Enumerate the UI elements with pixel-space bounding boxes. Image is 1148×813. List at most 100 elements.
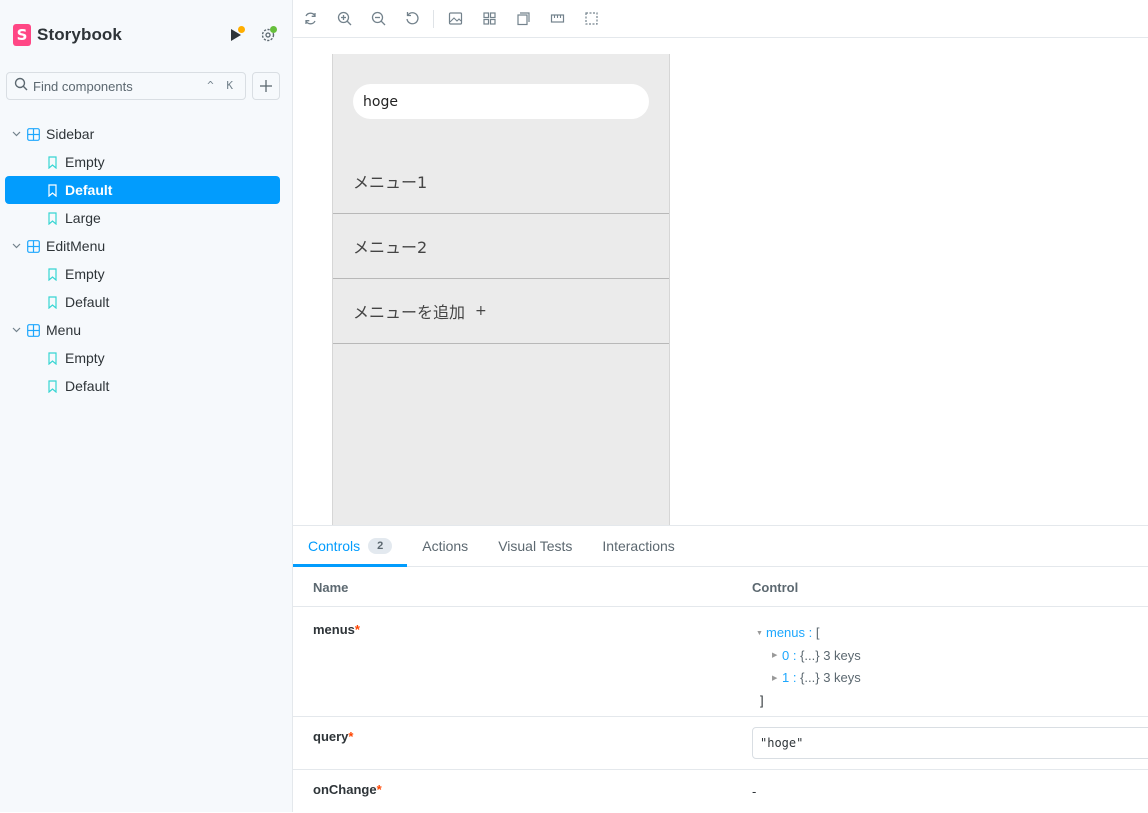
brand-name: Storybook: [37, 25, 122, 44]
tab-interactions[interactable]: Interactions: [587, 526, 689, 566]
story-search-box[interactable]: [353, 84, 649, 119]
arg-name-text: menus: [313, 622, 355, 637]
json-colon: :: [789, 670, 801, 686]
json-value: {...} 3 keys: [800, 647, 861, 663]
search-icon: [14, 77, 28, 96]
json-close-bracket: ]: [760, 692, 764, 708]
tree-story-label: Empty: [65, 350, 105, 366]
component-icon: [27, 239, 40, 253]
menu-item[interactable]: メニュー2: [333, 214, 669, 279]
json-root[interactable]: ▼ menus : [: [756, 622, 861, 645]
bookmark-icon: [48, 155, 57, 169]
viewport-button[interactable]: [506, 5, 540, 33]
required-marker: *: [376, 782, 382, 797]
object-control[interactable]: ▼ menus : [ ▶ 0 : {...} 3 keys ▶ 1 : {...} …: [756, 622, 861, 712]
query-control[interactable]: [752, 727, 1148, 759]
add-menu-button[interactable]: メニューを追加 +: [333, 279, 669, 344]
bookmark-icon: [48, 183, 57, 197]
chevron-down-icon: [12, 131, 22, 137]
bookmark-icon: [48, 351, 57, 365]
tab-count-badge: 2: [368, 538, 393, 554]
preview-canvas: メニュー1 メニュー2 メニューを追加 +: [293, 38, 1148, 525]
add-menu-label: メニューを追加: [353, 303, 466, 322]
storybook-logo[interactable]: S Storybook: [13, 23, 122, 47]
required-marker: *: [348, 729, 354, 744]
tree-story-editmenu-empty[interactable]: Empty: [5, 260, 280, 288]
tree-story-sidebar-default[interactable]: Default: [5, 176, 280, 204]
preview-toolbar: [293, 0, 1148, 38]
addon-panel: Controls 2 Actions Visual Tests Interact…: [293, 525, 1148, 812]
json-item[interactable]: ▶ 0 : {...} 3 keys: [756, 645, 861, 668]
arg-name: onChange*: [313, 782, 382, 797]
search-input[interactable]: [33, 78, 203, 94]
bookmark-icon: [48, 295, 57, 309]
menu-item-label: メニュー1: [353, 173, 428, 192]
storybook-logo-icon: S: [13, 24, 31, 46]
sidebar-component: メニュー1 メニュー2 メニューを追加 +: [332, 54, 670, 525]
plus-icon: +: [475, 303, 487, 319]
status-dot: [270, 26, 277, 33]
table-row: query*: [293, 717, 1148, 770]
tab-visual-tests[interactable]: Visual Tests: [483, 526, 587, 566]
component-icon: [27, 127, 40, 141]
component-icon: [27, 323, 40, 337]
measure-icon: [550, 14, 564, 23]
outline-button[interactable]: [574, 5, 608, 33]
arg-name-text: query: [313, 729, 349, 744]
remount-icon: [304, 12, 316, 25]
remount-button[interactable]: [293, 5, 327, 33]
arg-name: query*: [313, 729, 353, 744]
menu-item-label: メニュー2: [353, 238, 428, 257]
play-icon[interactable]: [226, 24, 246, 46]
zoom-in-icon: [337, 11, 351, 26]
background-icon: [448, 12, 462, 25]
toolbar-divider: [433, 9, 434, 28]
viewport-icon: [516, 12, 530, 26]
tab-controls[interactable]: Controls 2: [293, 526, 408, 567]
tree-story-sidebar-empty[interactable]: Empty: [5, 148, 280, 176]
zoom-in-button[interactable]: [327, 5, 361, 33]
status-dot: [238, 26, 245, 33]
zoom-reset-button[interactable]: [395, 5, 429, 33]
chevron-down-icon: [12, 327, 22, 333]
bookmark-icon: [48, 267, 57, 281]
column-header-name: Name: [313, 580, 349, 595]
tree-group-sidebar[interactable]: Sidebar: [5, 120, 280, 148]
story-search-input[interactable]: [363, 93, 633, 110]
grid-button[interactable]: [472, 5, 506, 33]
tree-group-editmenu[interactable]: EditMenu: [5, 232, 280, 260]
tab-label: Actions: [422, 538, 469, 554]
required-marker: *: [354, 622, 360, 637]
tree-story-label: Default: [65, 378, 110, 394]
tree-story-label: Empty: [65, 154, 105, 170]
search-shortcut: ^ K: [207, 79, 236, 92]
tree-story-editmenu-default[interactable]: Default: [5, 288, 280, 316]
tree-group-menu[interactable]: Menu: [5, 316, 280, 344]
tree-story-menu-empty[interactable]: Empty: [5, 344, 280, 372]
caret-right-icon: ▶: [772, 674, 778, 682]
tree-group-label: Menu: [46, 322, 82, 338]
json-value: {...} 3 keys: [800, 670, 861, 686]
search-box[interactable]: ^ K: [6, 72, 246, 100]
addon-tabs: Controls 2 Actions Visual Tests Interact…: [293, 526, 1148, 567]
menu-item[interactable]: メニュー1: [333, 149, 669, 214]
tree-story-menu-default[interactable]: Default: [5, 372, 280, 400]
tab-label: Visual Tests: [498, 538, 573, 554]
menu-list: メニュー1 メニュー2 メニューを追加 +: [333, 149, 669, 344]
zoom-out-button[interactable]: [361, 5, 395, 33]
background-button[interactable]: [438, 5, 472, 33]
tree-story-label: Empty: [65, 266, 105, 282]
gear-icon[interactable]: [258, 24, 278, 46]
onchange-control: -: [752, 784, 757, 799]
measure-button[interactable]: [540, 5, 574, 33]
json-colon: :: [805, 625, 816, 640]
tab-actions[interactable]: Actions: [407, 526, 483, 566]
create-story-button[interactable]: [252, 72, 280, 100]
tree-story-label: Default: [65, 182, 113, 198]
json-item[interactable]: ▶ 1 : {...} 3 keys: [756, 667, 861, 690]
query-input[interactable]: [760, 736, 1140, 750]
json-key: menus: [766, 625, 806, 640]
chevron-down-icon: [12, 243, 22, 249]
tree-story-sidebar-large[interactable]: Large: [5, 204, 280, 232]
bookmark-icon: [48, 379, 57, 393]
